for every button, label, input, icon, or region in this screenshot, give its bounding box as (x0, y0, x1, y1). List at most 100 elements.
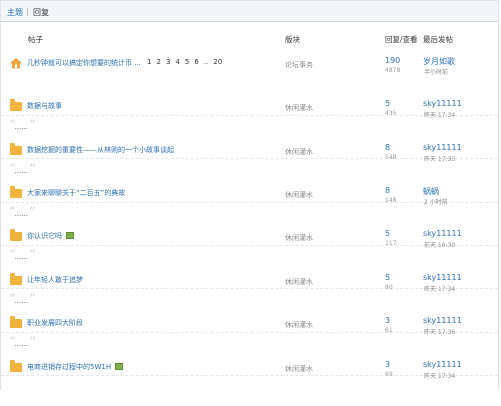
last-post-time[interactable]: 2 小时前 (424, 197, 448, 206)
view-count: 80 (385, 284, 393, 291)
thread-title-text: 职业发展四大阶段 (27, 319, 83, 327)
column-header-post: 帖子 (28, 35, 43, 44)
reply-count[interactable]: 8 (385, 143, 390, 152)
quote-close-icon: ” (29, 292, 36, 307)
reply-count[interactable]: 8 (385, 186, 390, 195)
page-link[interactable]: 5 (185, 58, 189, 66)
thread-row[interactable]: 数据与故事 “......” 休闲灌水 5 435 sky11111 昨天 17:34 (0, 99, 499, 159)
folder-icon (10, 316, 22, 328)
thread-row[interactable]: 数据挖掘的重要性——从林则的一个小故事谈起 “......” 休闲灌水 8 548 sky… (0, 143, 499, 203)
breadcrumb-topics-link[interactable]: 主题 (7, 7, 23, 18)
thread-title-text: 让年轻人敢于追梦 (27, 276, 83, 284)
column-header-last-post: 最后发帖 (423, 35, 453, 44)
thread-forum-link[interactable]: 休闲灌水 (285, 233, 313, 243)
quote-text: ...... (14, 297, 29, 305)
last-post-time[interactable]: 昨天 17:34 (424, 371, 455, 380)
reply-count[interactable]: 3 (385, 316, 390, 325)
last-poster-link[interactable]: 岁月如歌 (423, 56, 455, 67)
thread-forum-link[interactable]: 休闲灌水 (285, 147, 313, 157)
thread-title-link[interactable]: 你认识它吗 (27, 231, 74, 241)
thread-title-link[interactable]: 让年轻人敢于追梦 (27, 275, 83, 285)
view-count: 61 (385, 327, 393, 334)
thread-title-text: 几秒钟就可以搞定你想要的统计币 ... (27, 59, 141, 67)
thread-forum-link[interactable]: 休闲灌水 (285, 364, 313, 374)
folder-icon (10, 143, 22, 155)
reply-count[interactable]: 5 (385, 229, 390, 238)
reply-count[interactable]: 190 (385, 56, 400, 65)
column-header-stats: 回复/查看 (385, 35, 418, 44)
reply-quote: “......” (9, 205, 36, 220)
thread-forum-link[interactable]: 休闲灌水 (285, 320, 313, 330)
thread-row[interactable]: 电商进销存过程中的5W1H 休闲灌水 3 69 sky11111 昨天 17:34 (0, 360, 499, 406)
quote-text: ...... (14, 253, 29, 261)
quote-text: ...... (14, 167, 29, 175)
quote-text: ...... (14, 123, 29, 131)
thread-title-text: 数据挖掘的重要性——从林则的一个小故事谈起 (27, 146, 174, 154)
reply-count[interactable]: 3 (385, 360, 390, 369)
thread-title-link[interactable]: 职业发展四大阶段 (27, 318, 83, 328)
view-count: 148 (385, 197, 397, 204)
view-count: 117 (385, 240, 397, 247)
folder-icon (10, 99, 22, 111)
last-poster-link[interactable]: sky11111 (423, 229, 462, 238)
column-header-forum: 版块 (285, 35, 300, 44)
thread-row[interactable]: 大家来聊聊关于“二百五”的典故 “......” 休闲灌水 8 148 蜗蜗 2 小时前 (0, 186, 499, 246)
thread-title-link[interactable]: 数据与故事 (27, 101, 62, 111)
reply-count[interactable]: 5 (385, 99, 390, 108)
thread-title-text: 你认识它吗 (27, 232, 62, 240)
view-count: 4878 (385, 67, 401, 74)
breadcrumb-separator: | (26, 7, 29, 16)
reply-count[interactable]: 5 (385, 273, 390, 282)
thread-pagination: 1 2 3 4 5 6.. 20 (147, 58, 227, 66)
last-post-time[interactable]: 昨天 17:36 (424, 327, 455, 336)
thread-row[interactable]: 职业发展四大阶段 “......” 休闲灌水 3 61 sky11111 昨天 17:36 (0, 316, 499, 376)
breadcrumb-replies-current: 回复 (33, 8, 49, 17)
thread-forum-link[interactable]: 休闲灌水 (285, 190, 313, 200)
reply-quote: “......” (9, 118, 36, 133)
thread-title-link[interactable]: 大家来聊聊关于“二百五”的典故 (27, 188, 125, 198)
last-poster-link[interactable]: sky11111 (423, 316, 462, 325)
quote-close-icon: ” (29, 335, 36, 350)
quote-close-icon: ” (29, 205, 36, 220)
page-link[interactable]: 4 (175, 58, 179, 66)
home-icon (10, 57, 22, 69)
image-attachment-icon (66, 232, 74, 239)
thread-title-link[interactable]: 电商进销存过程中的5W1H (27, 362, 124, 372)
thread-title-text: 数据与故事 (27, 102, 62, 110)
thread-forum-link[interactable]: 休闲灌水 (285, 277, 313, 287)
thread-title-link[interactable]: 数据挖掘的重要性——从林则的一个小故事谈起 (27, 145, 174, 155)
last-poster-link[interactable]: sky11111 (423, 143, 462, 152)
last-poster-link[interactable]: sky11111 (423, 360, 462, 369)
page-link[interactable]: .. (204, 58, 208, 66)
page-link[interactable]: 3 (166, 58, 170, 66)
last-poster-link[interactable]: sky11111 (423, 273, 462, 282)
page-link[interactable]: 20 (213, 58, 222, 66)
thread-forum-link[interactable]: 论坛事务 (285, 60, 313, 70)
quote-text: ...... (14, 340, 29, 348)
page-link[interactable]: 6 (194, 58, 198, 66)
thread-row[interactable]: 你认识它吗 “......” 休闲灌水 5 117 sky11111 前天 16:30 (0, 229, 499, 289)
reply-quote: “......” (9, 162, 36, 177)
last-post-time[interactable]: 昨天 17:33 (424, 154, 455, 163)
thread-row[interactable]: 几秒钟就可以搞定你想要的统计币 ... 1 2 3 4 5 6.. 20 论坛事务 190 4878… (0, 56, 499, 116)
last-poster-link[interactable]: sky11111 (423, 99, 462, 108)
reply-quote: “......” (9, 248, 36, 263)
reply-quote: “......” (9, 292, 36, 307)
image-attachment-icon (115, 363, 124, 370)
quote-close-icon: ” (29, 248, 36, 263)
thread-forum-link[interactable]: 休闲灌水 (285, 103, 313, 113)
page-link[interactable]: 2 (156, 58, 160, 66)
folder-icon (10, 273, 22, 285)
quote-close-icon: ” (29, 162, 36, 177)
thread-title-text: 大家来聊聊关于“二百五”的典故 (27, 189, 126, 197)
thread-row[interactable]: 让年轻人敢于追梦 “......” 休闲灌水 5 80 sky11111 昨天 17:34 (0, 273, 499, 333)
last-post-time[interactable]: 昨天 17:34 (424, 284, 455, 293)
last-post-time[interactable]: 昨天 17:34 (424, 110, 455, 119)
quote-close-icon: ” (29, 118, 36, 133)
last-post-time[interactable]: 前天 16:30 (424, 240, 455, 249)
last-post-time[interactable]: 半小时前 (424, 67, 448, 76)
page-link[interactable]: 1 (147, 58, 151, 66)
folder-icon (10, 186, 22, 198)
last-poster-link[interactable]: 蜗蜗 (423, 186, 439, 197)
thread-title-link[interactable]: 几秒钟就可以搞定你想要的统计币 ... (27, 58, 141, 68)
